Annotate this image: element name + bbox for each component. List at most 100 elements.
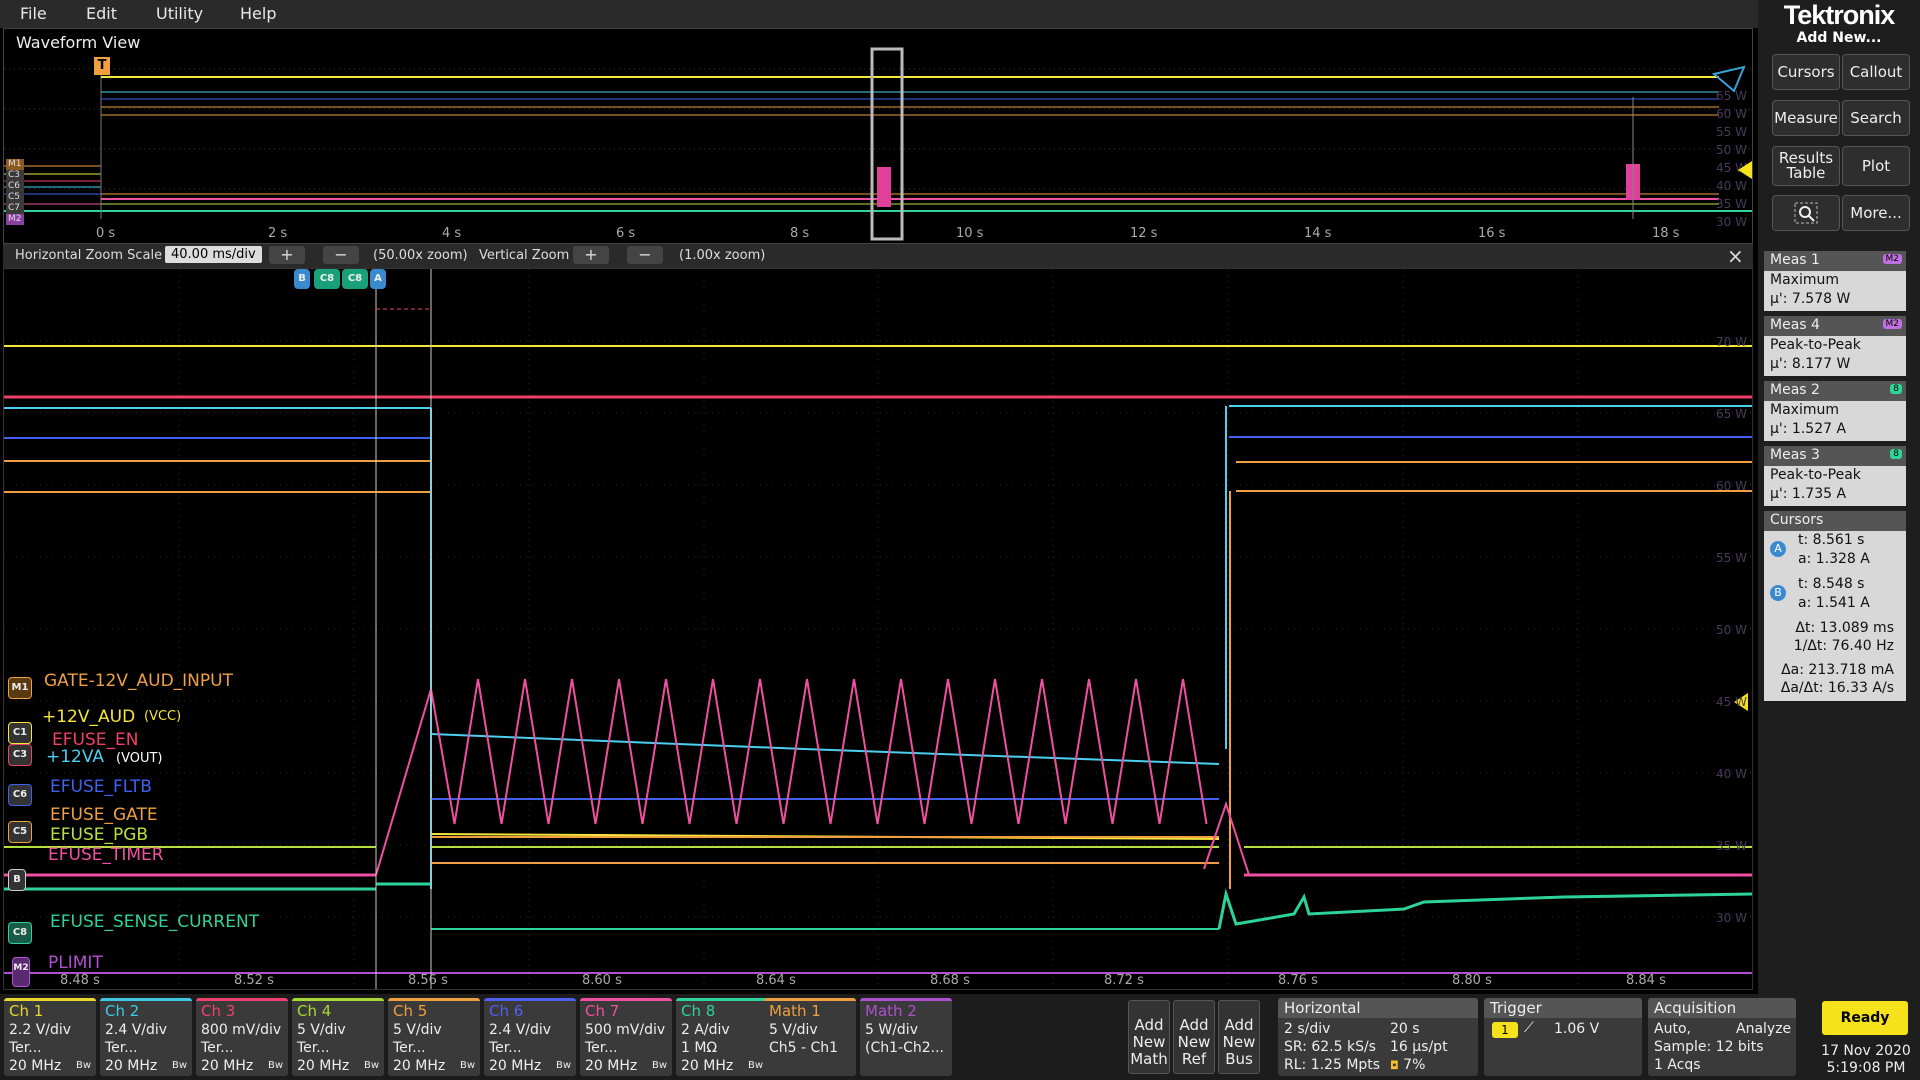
channel-math-2-badge[interactable]: Math 2 5 W/div (Ch1-Ch2... (860, 998, 952, 1076)
label-plimit: PLIMIT (48, 953, 103, 973)
cursors-title: Cursors (1764, 511, 1906, 531)
plot-button[interactable]: Plot (1842, 146, 1910, 186)
label-efuse-fltb: EFUSE_FLTB (50, 777, 152, 797)
ov-badge-m1[interactable]: M1 (6, 159, 24, 170)
channel-scale: 5 V/div (393, 1022, 442, 1038)
menu-file[interactable]: File (20, 4, 47, 23)
bw-limit-icon: Bw (555, 1060, 571, 1071)
cursors-readout[interactable]: Cursors A t: 8.561 s a: 1.328 A B t: 8.5… (1764, 511, 1906, 701)
ov-badge-m2[interactable]: M2 (6, 214, 24, 225)
cursor-b-marker[interactable]: B (294, 269, 310, 289)
acquisition-panel[interactable]: Acquisition Auto, Analyze Sample: 12 bit… (1648, 998, 1796, 1076)
search-button[interactable]: Search (1842, 100, 1910, 136)
trigger-marker[interactable]: T (94, 57, 110, 75)
zoomed-waveform[interactable]: B C8 C8 A M1 GATE-12V_AUD_INPUT C1 +12V_… (3, 268, 1753, 990)
menu-edit[interactable]: Edit (86, 4, 117, 23)
label-efuse-timer: EFUSE_TIMER (48, 845, 164, 865)
channel-ch-4-badge[interactable]: Ch 4 5 V/div Ter... 20 MHz Bw (292, 998, 384, 1076)
badge-c1[interactable]: C1 (8, 722, 32, 744)
add-new-bus-button[interactable]: Add New Bus (1218, 1000, 1260, 1074)
v-zoom-out-button[interactable]: − (627, 246, 663, 264)
channel-termination: Ter... (9, 1040, 42, 1056)
ov-level-arrow[interactable] (1738, 161, 1752, 179)
ov-ytick: 55 W (1716, 125, 1747, 139)
callout-button[interactable]: Callout (1842, 54, 1910, 90)
cursor-b-source-badge[interactable]: C8 (314, 269, 340, 289)
channel-bandwidth: 20 MHz (489, 1058, 542, 1074)
horizontal-time-per-point: 16 µs/pt (1390, 1039, 1448, 1055)
cursor-b-amp: a: 1.541 A (1798, 595, 1870, 611)
ov-badge-c7[interactable]: C7 (6, 203, 24, 214)
channel-name: Ch 7 (585, 1002, 620, 1020)
menu-bar: File Edit Utility Help (0, 0, 1758, 28)
channel-ch-2-badge[interactable]: Ch 2 2.4 V/div Ter... 20 MHz Bw (100, 998, 192, 1076)
h-zoom-label: Horizontal Zoom Scale (15, 248, 163, 263)
add-new-ref-button[interactable]: Add New Ref (1173, 1000, 1215, 1074)
horizontal-scale: 2 s/div (1284, 1021, 1331, 1037)
badge-c5[interactable]: C5 (8, 821, 32, 843)
main-ytick: 50 W (1716, 623, 1747, 637)
zoom-tool-button[interactable] (1772, 195, 1840, 231)
channel-ch-3-badge[interactable]: Ch 3 800 mV/div Ter... 20 MHz Bw (196, 998, 288, 1076)
results-table-button[interactable]: Results Table (1772, 146, 1840, 186)
zoom-toolbar: Horizontal Zoom Scale 40.00 ms/div + − (… (3, 244, 1753, 268)
badge-c6[interactable]: C6 (8, 784, 32, 806)
h-zoom-scale-input[interactable]: 40.00 ms/div (165, 246, 262, 263)
h-zoom-out-button[interactable]: − (323, 246, 359, 264)
meas-1-value: µ': 7.578 W (1770, 291, 1851, 307)
channel-math-1-badge[interactable]: Math 1 5 V/div Ch5 - Ch1 (764, 998, 856, 1076)
channel-bandwidth: 20 MHz (297, 1058, 350, 1074)
meas-3-badge[interactable]: Meas 3 8 Peak-to-Peak µ': 1.735 A (1764, 446, 1906, 506)
badge-c8[interactable]: C8 (8, 922, 32, 944)
meas-2-badge[interactable]: Meas 2 8 Maximum µ': 1.527 A (1764, 381, 1906, 441)
meas-1-badge[interactable]: Meas 1 M2 Maximum µ': 7.578 W (1764, 251, 1906, 311)
add-new-math-button[interactable]: Add New Math (1128, 1000, 1170, 1074)
channel-name: Math 1 (769, 1002, 821, 1020)
channel-ch-8-badge[interactable]: Ch 8 2 A/div 1 MΩ 20 MHz Bw (676, 998, 768, 1076)
v-zoom-factor: (1.00x zoom) (679, 248, 766, 263)
channel-ch-6-badge[interactable]: Ch 6 2.4 V/div Ter... 20 MHz Bw (484, 998, 576, 1076)
menu-utility[interactable]: Utility (156, 4, 203, 23)
v-zoom-in-button[interactable]: + (573, 246, 609, 264)
ov-xtick: 8 s (790, 226, 810, 241)
main-xtick: 8.76 s (1278, 973, 1318, 988)
main-xtick: 8.60 s (582, 973, 622, 988)
close-zoom-button[interactable]: × (1727, 244, 1744, 268)
channel-ch-7-badge[interactable]: Ch 7 500 mV/div Ter... 20 MHz Bw (580, 998, 672, 1076)
measure-button[interactable]: Measure (1772, 100, 1840, 136)
trigger-panel[interactable]: Trigger 1 ⟋ 1.06 V (1484, 998, 1642, 1076)
channel-termination: (Ch1-Ch2... (865, 1040, 944, 1056)
ov-badge-c3[interactable]: C3 (6, 170, 24, 181)
waveform-overview[interactable]: Waveform View T 0 s 2 s 4 s 6 s 8 s 10 s… (3, 28, 1753, 244)
h-zoom-in-button[interactable]: + (269, 246, 305, 264)
badge-c3[interactable]: C3 (8, 744, 32, 766)
bw-limit-icon: Bw (267, 1060, 283, 1071)
meas-4-badge[interactable]: Meas 4 M2 Peak-to-Peak µ': 8.177 W (1764, 316, 1906, 376)
acquisition-analyze: Analyze (1736, 1021, 1792, 1037)
ov-badge-c5[interactable]: C5 (6, 192, 24, 203)
channel-scale: 500 mV/div (585, 1022, 666, 1038)
date-time: 17 Nov 2020 5:19:08 PM (1820, 1043, 1912, 1077)
right-sidebar: Tektronix Add New... Cursors Callout Mea… (1758, 0, 1920, 1080)
meas-1-title: Meas 1 (1770, 252, 1820, 268)
more-button[interactable]: More... (1842, 195, 1910, 231)
main-ytick: 70 W (1716, 335, 1747, 349)
channel-ch-1-badge[interactable]: Ch 1 2.2 V/div Ter... 20 MHz Bw (4, 998, 96, 1076)
main-xtick: 8.56 s (408, 973, 448, 988)
bottom-bar: Ch 1 2.2 V/div Ter... 20 MHz Bw Ch 2 2.4 V/div… (0, 994, 1796, 1080)
main-ytick: 65 W (1716, 407, 1747, 421)
cursor-a-source-badge[interactable]: C8 (342, 269, 368, 289)
ov-badge-c6[interactable]: C6 (6, 181, 24, 192)
channel-ch-5-badge[interactable]: Ch 5 5 V/div Ter... 20 MHz Bw (388, 998, 480, 1076)
cursors-button[interactable]: Cursors (1772, 54, 1840, 90)
label-12v-aud: +12V_AUD (42, 707, 136, 727)
badge-b-left[interactable]: B (8, 869, 26, 891)
rising-edge-icon: ⟋ (1524, 1020, 1534, 1036)
cursor-a-marker[interactable]: A (370, 269, 386, 289)
menu-help[interactable]: Help (240, 4, 276, 23)
badge-m2[interactable]: M2 (12, 957, 30, 987)
meas-3-type: Peak-to-Peak (1770, 467, 1861, 483)
main-ytick: 35 W (1716, 839, 1747, 853)
horizontal-panel[interactable]: Horizontal 2 s/div 20 s SR: 62.5 kS/s 16… (1278, 998, 1478, 1076)
badge-m1[interactable]: M1 (8, 677, 32, 699)
